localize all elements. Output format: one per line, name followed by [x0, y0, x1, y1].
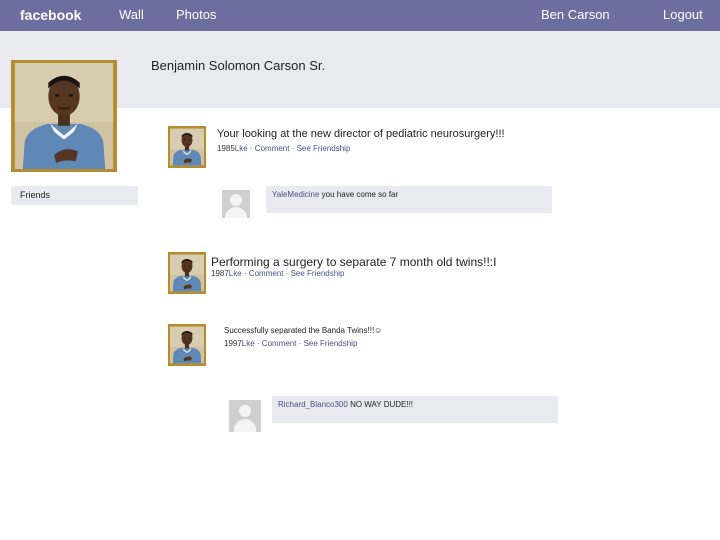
post-1-comment: YaleMedicine you have come so far [266, 186, 552, 213]
profile-portrait-image [14, 63, 114, 169]
post-2-meta: 1987Lke · Comment · See Friendship [211, 269, 344, 278]
post-1-comment-avatar[interactable] [222, 190, 250, 218]
post-2-avatar-image [170, 254, 204, 292]
post-3-avatar-image [170, 326, 204, 364]
facebook-logo-link[interactable]: facebook [20, 7, 81, 23]
nav-photos-link[interactable]: Photos [176, 7, 216, 22]
post-1-meta: 1985Lke · Comment · See Friendship [217, 144, 350, 153]
post-3-meta: 1997Lke · Comment · See Friendship [224, 339, 357, 348]
default-avatar-head-icon [239, 405, 251, 417]
post-1-year: 1985 [217, 144, 235, 153]
post-1-comment-text: you have come so far [321, 190, 399, 199]
top-navigation-bar: facebook Wall Photos Ben Carson Logout [0, 0, 720, 31]
post-2-text: Performing a surgery to separate 7 month… [211, 255, 497, 269]
default-avatar-body-icon [225, 207, 247, 218]
post-3-year: 1997 [224, 339, 242, 348]
post-2-year: 1987 [211, 269, 229, 278]
post-3-actions[interactable]: Lke · Comment · See Friendship [242, 339, 358, 348]
nav-logout-link[interactable]: Logout [663, 7, 703, 22]
sidebar-friends-link[interactable]: Friends [11, 186, 138, 205]
post-3-comment-text: NO WAY DUDE!!! [350, 400, 414, 409]
post-2-avatar[interactable] [168, 252, 206, 294]
profile-name: Benjamin Solomon Carson Sr. [151, 58, 326, 73]
post-3-comment-avatar[interactable] [229, 400, 261, 432]
post-1-avatar[interactable] [168, 126, 206, 168]
profile-picture[interactable] [11, 60, 117, 172]
post-3-comment: Richard_Blanco300 NO WAY DUDE!!! [272, 396, 558, 423]
default-avatar-body-icon [234, 419, 256, 432]
post-2-actions[interactable]: Lke · Comment · See Friendship [229, 269, 345, 278]
nav-wall-link[interactable]: Wall [119, 7, 144, 22]
post-3-comment-author[interactable]: Richard_Blanco300 [278, 400, 348, 409]
post-1-avatar-image [170, 128, 204, 166]
post-1-comment-author[interactable]: YaleMedicine [272, 190, 319, 199]
post-1-actions[interactable]: Lke · Comment · See Friendship [235, 144, 351, 153]
nav-user-link[interactable]: Ben Carson [541, 7, 610, 22]
post-1-text: Your looking at the new director of pedi… [217, 128, 505, 140]
default-avatar-head-icon [230, 194, 242, 206]
post-3-text: Successfully separated the Banda Twins!!… [224, 326, 383, 335]
post-3-avatar[interactable] [168, 324, 206, 366]
